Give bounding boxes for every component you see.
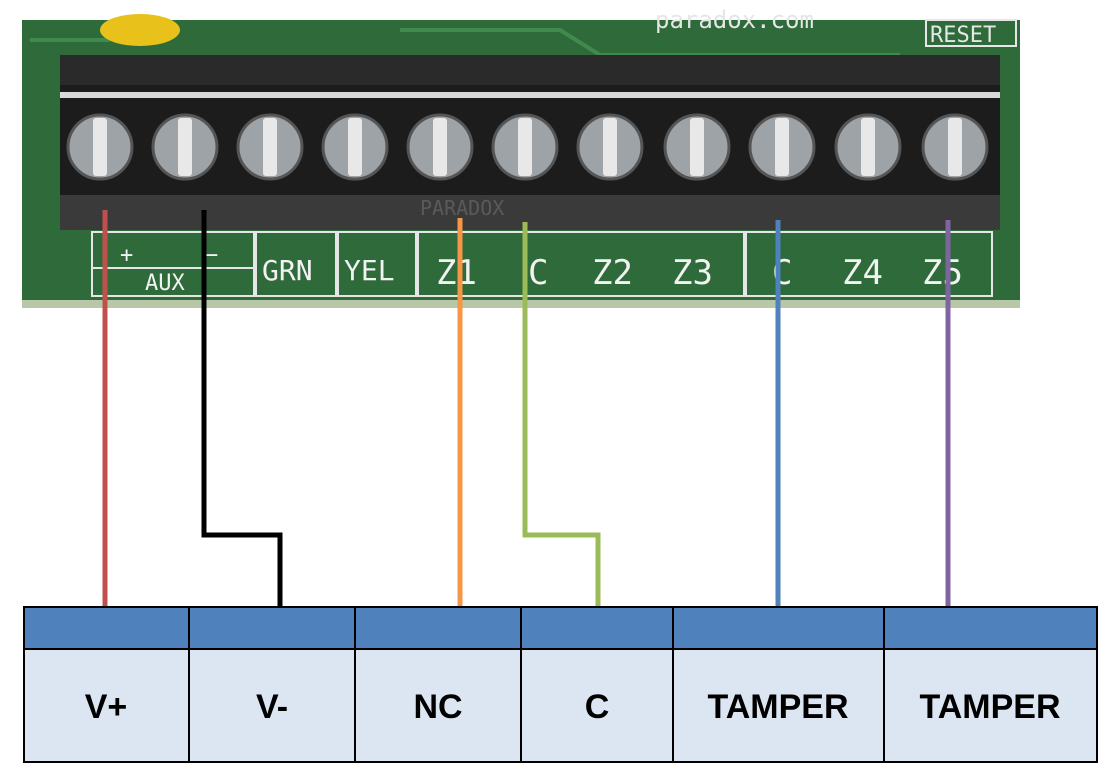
- screw: [576, 113, 644, 181]
- screw: [321, 113, 389, 181]
- terminal-label-z4: Z4: [842, 253, 883, 293]
- table-header-row: [24, 607, 1097, 649]
- terminal-label-c2: C: [772, 253, 792, 293]
- screw: [921, 113, 989, 181]
- aux-label: AUX: [145, 271, 185, 296]
- screw: [406, 113, 474, 181]
- reset-label: RESET: [930, 23, 996, 48]
- terminal-highlight: [60, 92, 1000, 98]
- screw: [748, 113, 816, 181]
- wiring-diagram: paradox.com RESET PARADOX + − AUX GRN YE…: [22, 6, 1098, 763]
- terminal-label-c1: C: [528, 253, 548, 293]
- terminal-top-ridge: [60, 55, 1000, 85]
- screw: [491, 113, 559, 181]
- terminal-label-z3: Z3: [672, 253, 713, 293]
- pcb-edge: [22, 300, 1020, 308]
- terminal-label-z1: Z1: [436, 253, 477, 293]
- table-cell-tamper-1: TAMPER: [707, 688, 848, 726]
- table-cell-v-plus: V+: [85, 688, 128, 726]
- aux-minus-label: −: [205, 243, 218, 268]
- screw: [66, 113, 134, 181]
- terminal-label-z5: Z5: [922, 253, 963, 293]
- screw-row: [66, 113, 989, 181]
- terminal-label-grn: GRN: [262, 254, 313, 287]
- table-cell-tamper-2: TAMPER: [919, 688, 1060, 726]
- terminal-label-yel: YEL: [344, 254, 395, 287]
- device-table: V+ V- NC C TAMPER TAMPER: [23, 606, 1098, 763]
- table-cell-nc: NC: [413, 688, 462, 726]
- table-cell-v-minus: V-: [256, 688, 288, 726]
- terminal-bottom-lip: [60, 195, 1000, 230]
- pcb-url-text: paradox.com: [655, 6, 814, 34]
- aux-plus-label: +: [120, 243, 133, 268]
- table-cell-c: C: [585, 688, 610, 726]
- screw: [236, 113, 304, 181]
- screw: [663, 113, 731, 181]
- screw: [151, 113, 219, 181]
- terminal-label-z2: Z2: [592, 253, 633, 293]
- yellow-capacitor: [100, 14, 180, 46]
- pcb-board: paradox.com RESET PARADOX + − AUX GRN YE…: [22, 6, 1020, 308]
- brand-embossing: PARADOX: [420, 196, 504, 220]
- screw: [834, 113, 902, 181]
